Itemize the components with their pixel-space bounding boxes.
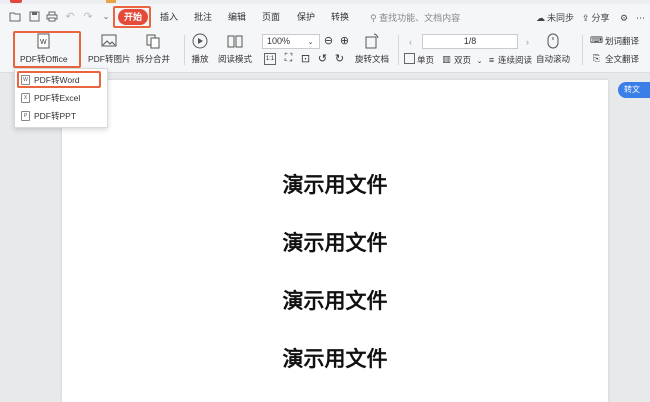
single-page-button[interactable]: 单页 [417,54,434,66]
tab-indicator [10,0,22,3]
tab-protect[interactable]: 保护 [294,9,318,25]
chevron-left-icon[interactable]: ‹ [404,35,417,48]
menu-bar: ↶ ↷ ⌄ 开始 插入 批注 编辑 页面 保护 转换 ⚲ 查找功能、文档内容 ☁… [0,4,650,29]
book-icon [225,31,245,51]
full-translate-icon: ⎘ [592,53,601,63]
ribbon-toolbar: W PDF转Office PDF转图片 拆分合并 播放 阅读模式 100% ⌄ … [0,29,650,73]
unsync-label: 未同步 [547,13,575,23]
continuous-read-button[interactable]: 连续阅读 [498,54,532,66]
cloud-icon: ☁ [536,13,545,23]
share-icon: ⇪ [582,13,590,23]
redo-icon[interactable]: ↷ [81,9,95,23]
read-mode-label: 阅读模式 [218,54,253,64]
document-text-line: 演示用文件 [282,289,388,313]
image-icon [99,31,119,51]
excel-file-icon: X [21,93,30,103]
svg-text:W: W [40,39,47,46]
play-icon [190,31,210,51]
rotate-left-icon[interactable]: ↺ [316,52,329,65]
rotate-doc-label: 旋转文档 [355,54,390,64]
chevron-down-icon[interactable]: ⌄ [304,35,317,48]
menu-item-label: PDF转PPT [34,111,77,121]
search-box[interactable]: ⚲ 查找功能、文档内容 [370,12,460,24]
play-label: 播放 [191,54,209,64]
rotate-doc-button[interactable]: 旋转文档 [355,31,389,65]
pdf-to-office-label: PDF转Office [20,54,68,64]
pdf-to-office-button[interactable]: W PDF转Office [20,31,68,65]
rotate-right-icon[interactable]: ↻ [333,52,346,65]
tab-indicator-secondary [106,0,116,3]
zoom-in-icon[interactable]: ⊕ [338,34,351,47]
page-indicator: 1/8 [463,36,477,46]
print-icon[interactable] [45,9,59,23]
pdf-to-image-button[interactable]: PDF转图片 [88,31,131,65]
tab-insert[interactable]: 插入 [157,9,181,25]
menu-item-label: PDF转Excel [34,93,81,103]
read-mode-button[interactable]: 阅读模式 [218,31,252,65]
undo-icon[interactable]: ↶ [63,9,77,23]
pdf-to-image-label: PDF转图片 [88,54,131,64]
open-folder-icon[interactable] [8,9,22,23]
single-page-icon [404,53,415,64]
word-convert-icon: W [34,31,54,51]
convert-text-button[interactable]: 转文 [618,82,650,98]
actual-size-icon[interactable]: 1:1 [264,53,276,65]
translate-icon: ⌨ [590,35,603,45]
fit-width-icon[interactable]: ⊡ [299,52,312,65]
menu-item-label: PDF转Word [34,75,80,85]
play-button[interactable]: 播放 [190,31,210,65]
divider [398,35,399,65]
document-text-line: 演示用文件 [282,173,388,197]
share-label: 分享 [591,13,610,23]
unsync-button[interactable]: ☁ 未同步 [536,12,574,24]
menu-item-pdf-to-ppt[interactable]: P PDF转PPT [21,109,76,123]
auto-scroll-label: 自动滚动 [536,54,571,64]
tab-page[interactable]: 页面 [259,9,283,25]
ppt-file-icon: P [21,111,30,121]
zoom-value: 100% [267,36,291,46]
chevron-down-icon[interactable]: ⌄ [99,9,113,23]
divider [582,35,583,65]
menu-item-pdf-to-word[interactable]: W PDF转Word [21,73,80,87]
auto-scroll-button[interactable]: 自动滚动 [536,31,570,65]
more-icon[interactable]: ⋯ [636,12,645,24]
tab-edit[interactable]: 编辑 [225,9,249,25]
tab-start[interactable]: 开始 [118,9,149,25]
fit-page-icon[interactable]: ⛶ [282,52,295,65]
double-page-button[interactable]: 双页 [454,54,471,66]
double-page-icon: ▥ [442,54,451,64]
word-translate-button[interactable]: 划词翻译 [605,35,639,47]
full-translate-button[interactable]: 全文翻译 [605,53,639,65]
split-merge-button[interactable]: 拆分合并 [136,31,170,65]
divider [184,35,185,65]
pdf-to-office-dropdown: W PDF转Word X PDF转Excel P PDF转PPT [14,68,108,128]
auto-scroll-icon [543,31,563,51]
menu-item-pdf-to-excel[interactable]: X PDF转Excel [21,91,80,105]
document-page: 演示用文件 演示用文件 演示用文件 演示用文件 [62,80,608,402]
tab-annotate[interactable]: 批注 [191,9,215,25]
search-placeholder: 查找功能、文档内容 [379,13,461,23]
rotate-doc-icon [362,31,382,51]
split-merge-label: 拆分合并 [136,54,171,64]
continuous-read-icon: ≡ [488,54,495,65]
zoom-out-icon[interactable]: ⊖ [322,34,335,47]
page-number-input[interactable]: 1/8 [422,34,518,49]
share-button[interactable]: ⇪ 分享 [582,12,610,24]
word-file-icon: W [21,75,30,85]
tab-convert[interactable]: 转换 [328,9,352,25]
convert-text-label: 转文 [624,85,640,94]
split-merge-icon [143,31,163,51]
document-text-line: 演示用文件 [282,231,388,255]
gear-icon[interactable]: ⚙ [620,12,628,24]
save-icon[interactable] [27,9,41,23]
search-icon: ⚲ [370,13,377,23]
document-text-line: 演示用文件 [282,347,388,371]
chevron-right-icon[interactable]: › [521,35,534,48]
